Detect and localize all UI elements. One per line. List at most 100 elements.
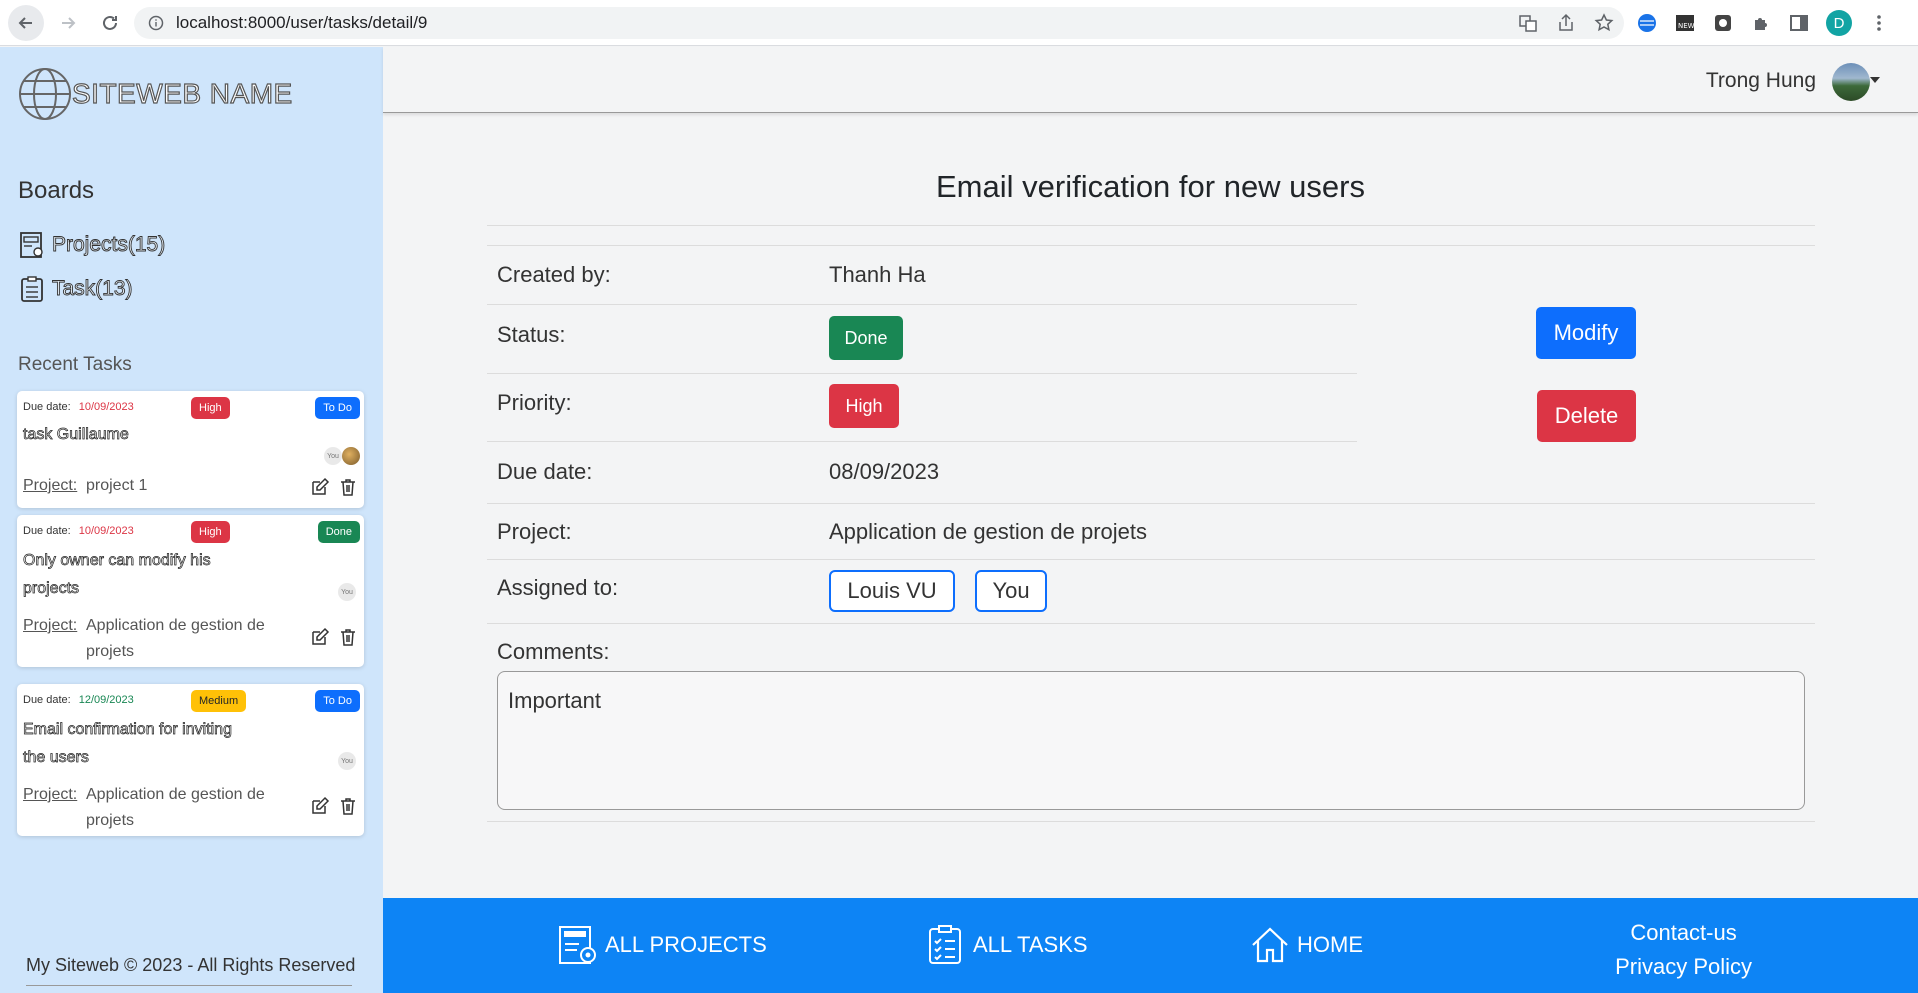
top-navbar: Trong Hung bbox=[383, 47, 1918, 113]
extension-app-icon[interactable] bbox=[1712, 12, 1734, 34]
avatar: You bbox=[338, 752, 356, 770]
browser-toolbar: localhost:8000/user/tasks/detail/9 NEW D bbox=[0, 0, 1918, 46]
back-button[interactable] bbox=[8, 4, 44, 41]
edit-icon[interactable] bbox=[310, 796, 330, 816]
news-extension-icon[interactable]: NEW bbox=[1674, 12, 1696, 34]
due-label: Due date: bbox=[23, 694, 71, 706]
avatar: You bbox=[324, 447, 342, 465]
project-label: Project: bbox=[23, 786, 78, 803]
kebab-menu-icon[interactable] bbox=[1868, 12, 1890, 34]
project-value: Application de gestion de projets bbox=[86, 786, 265, 829]
assigned-to-label: Assigned to: bbox=[497, 575, 619, 600]
due-date: Due date: 12/09/2023 bbox=[23, 694, 134, 706]
created-by-value: Thanh Ha bbox=[829, 262, 926, 287]
contact-link[interactable]: Contact-us bbox=[1615, 916, 1752, 950]
recent-tasks-heading: Recent Tasks bbox=[18, 354, 132, 375]
footer-link-all-tasks[interactable]: ALL TASKS bbox=[925, 924, 1088, 966]
footer-link-home[interactable]: HOME bbox=[1249, 924, 1363, 966]
home-icon bbox=[1252, 927, 1288, 963]
puzzle-icon[interactable] bbox=[1750, 12, 1772, 34]
arrow-left-icon bbox=[18, 16, 32, 29]
comments-field[interactable]: Important bbox=[497, 671, 1805, 810]
due-value: 12/09/2023 bbox=[78, 694, 134, 706]
status-badge: To Do bbox=[315, 397, 360, 419]
avatar[interactable] bbox=[1832, 63, 1870, 101]
status-badge: Done bbox=[829, 316, 903, 360]
sidebar: SITEWEB NAME Boards Projects(15) Task(13… bbox=[0, 47, 383, 993]
arrow-right-icon bbox=[62, 16, 76, 29]
task-name: Only owner can modify his projects bbox=[23, 552, 211, 598]
user-name[interactable]: Trong Hung bbox=[1706, 69, 1816, 93]
footer-link-all-projects[interactable]: ALL PROJECTS bbox=[557, 924, 767, 966]
footer: ALL PROJECTS ALL TASKS HOME Contact-us P… bbox=[383, 898, 1918, 993]
status-badge: To Do bbox=[315, 690, 360, 712]
due-date-value: 08/09/2023 bbox=[829, 459, 940, 484]
recent-task-card[interactable]: Due date: 10/09/2023 High Done Only owner… bbox=[17, 515, 364, 667]
priority-badge: High bbox=[191, 397, 230, 419]
footer-link-label: ALL PROJECTS bbox=[605, 932, 767, 957]
side-panel-icon[interactable] bbox=[1788, 12, 1810, 34]
privacy-policy-link[interactable]: Privacy Policy bbox=[1615, 950, 1752, 984]
divider bbox=[487, 559, 1815, 560]
forward-button[interactable] bbox=[50, 5, 86, 41]
globe-logo-icon bbox=[19, 68, 71, 120]
edit-icon[interactable] bbox=[310, 477, 330, 497]
task-name: task Guillaume bbox=[23, 426, 130, 444]
divider bbox=[487, 503, 1815, 504]
due-label: Due date: bbox=[23, 401, 71, 413]
footer-link-label: ALL TASKS bbox=[973, 932, 1088, 957]
due-date: Due date: 10/09/2023 bbox=[23, 525, 134, 537]
assignee-chip[interactable]: You bbox=[975, 570, 1047, 612]
project-document-icon bbox=[559, 926, 596, 964]
profile-avatar[interactable]: D bbox=[1826, 10, 1852, 36]
reload-icon bbox=[103, 15, 117, 30]
bookmark-star-icon[interactable] bbox=[1594, 13, 1614, 33]
project-document-icon bbox=[20, 232, 43, 258]
due-date: Due date: 10/09/2023 bbox=[23, 401, 134, 413]
logo-text: SITEWEB NAME bbox=[71, 77, 293, 109]
share-icon[interactable] bbox=[1556, 13, 1576, 33]
translate-icon[interactable] bbox=[1518, 13, 1538, 33]
divider bbox=[487, 441, 1357, 442]
project-label: Project: bbox=[23, 477, 78, 494]
comments-label: Comments: bbox=[497, 639, 610, 664]
reload-button[interactable] bbox=[92, 5, 128, 41]
delete-button[interactable]: Delete bbox=[1537, 390, 1636, 442]
sidebar-item-projects[interactable]: Projects(15) bbox=[18, 231, 166, 259]
due-date-label: Due date: bbox=[497, 459, 593, 484]
recent-task-card[interactable]: Due date: 12/09/2023 Medium To Do Email c… bbox=[17, 684, 364, 836]
edit-icon[interactable] bbox=[310, 627, 330, 647]
globe-extension-icon[interactable] bbox=[1636, 12, 1658, 34]
project-label: Project: bbox=[497, 519, 572, 544]
modify-button[interactable]: Modify bbox=[1536, 307, 1636, 359]
status-badge: Done bbox=[317, 521, 360, 543]
boards-heading: Boards bbox=[18, 177, 95, 204]
page-title: Email verification for new users bbox=[936, 169, 1365, 204]
priority-badge: High bbox=[829, 384, 899, 428]
task-name: Email confirmation for inviting the user… bbox=[23, 721, 233, 767]
checklist-icon bbox=[21, 276, 43, 302]
svg-text:NEW: NEW bbox=[1678, 22, 1695, 30]
created-by-label: Created by: bbox=[497, 262, 611, 287]
project-value: Application de gestion de projets bbox=[829, 519, 1147, 544]
due-label: Due date: bbox=[23, 525, 71, 537]
divider bbox=[26, 985, 352, 986]
site-logo[interactable]: SITEWEB NAME bbox=[18, 67, 293, 121]
caret-down-icon[interactable] bbox=[1870, 77, 1880, 83]
status-label: Status: bbox=[497, 322, 566, 347]
task-detail: Email verification for new users Created… bbox=[383, 114, 1918, 898]
trash-icon[interactable] bbox=[338, 796, 358, 816]
priority-label: Priority: bbox=[497, 390, 572, 415]
info-icon bbox=[148, 15, 164, 31]
trash-icon[interactable] bbox=[338, 477, 358, 497]
trash-icon[interactable] bbox=[338, 627, 358, 647]
address-bar[interactable]: localhost:8000/user/tasks/detail/9 bbox=[134, 7, 1624, 39]
due-value: 10/09/2023 bbox=[78, 525, 134, 537]
assignee-chip[interactable]: Louis VU bbox=[829, 570, 955, 612]
url-text: localhost:8000/user/tasks/detail/9 bbox=[176, 13, 428, 32]
divider bbox=[487, 225, 1815, 226]
recent-task-card[interactable]: Due date: 10/09/2023 High To Do task Guil… bbox=[17, 391, 364, 508]
footer-link-label: HOME bbox=[1297, 932, 1363, 957]
project-value: project 1 bbox=[86, 477, 148, 494]
sidebar-item-tasks[interactable]: Task(13) bbox=[18, 275, 133, 303]
